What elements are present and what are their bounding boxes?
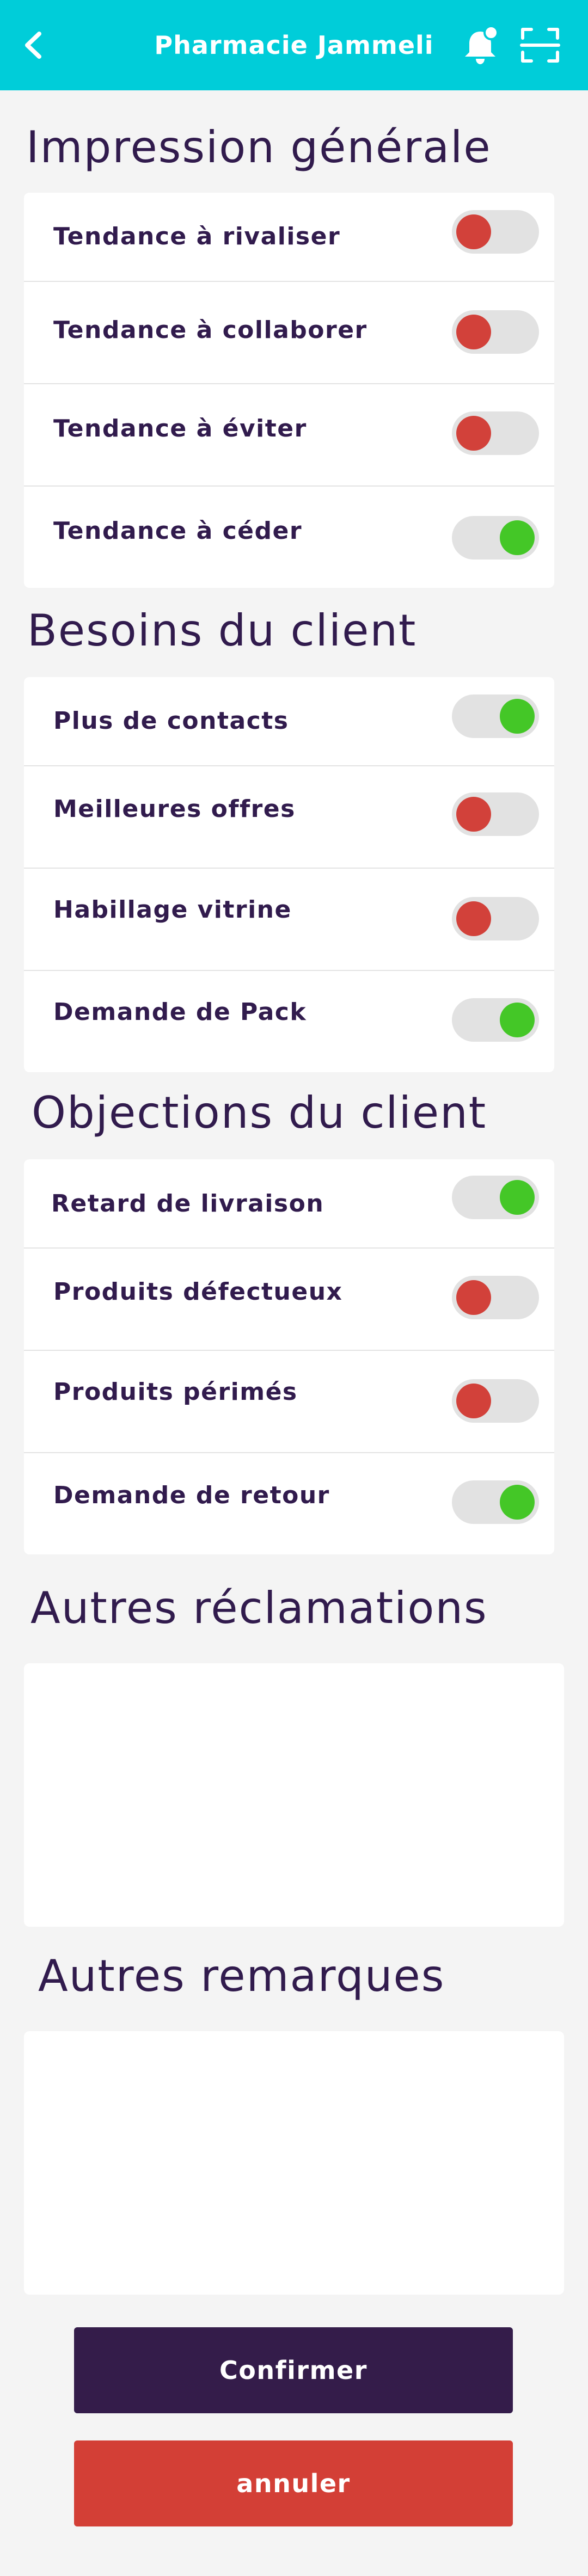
app-header: Pharmacie Jammeli bbox=[0, 0, 588, 90]
toggle-knob bbox=[456, 214, 491, 249]
toggle-knob bbox=[456, 1384, 491, 1418]
toggle-switch-produits-defectueux[interactable] bbox=[452, 1276, 539, 1319]
toggle-label: Tendance à collaborer bbox=[53, 316, 367, 344]
section-title-impression-generale: Impression générale bbox=[26, 122, 492, 173]
toggle-label: Meilleures offres bbox=[53, 795, 296, 823]
toggle-label: Tendance à rivaliser bbox=[53, 223, 341, 250]
section-title-autres-reclamations: Autres réclamations bbox=[30, 1583, 488, 1633]
toggle-knob bbox=[500, 1180, 535, 1215]
toggle-knob bbox=[456, 797, 491, 832]
toggle-label: Demande de retour bbox=[53, 1481, 330, 1509]
toggle-switch-tendance-rivaliser[interactable] bbox=[452, 210, 539, 254]
toggle-switch-tendance-eviter[interactable] bbox=[452, 411, 539, 455]
scan-icon bbox=[520, 28, 560, 63]
toggle-switch-demande-retour[interactable] bbox=[452, 1480, 539, 1524]
toggle-label: Produits défectueux bbox=[53, 1278, 343, 1306]
scan-button[interactable] bbox=[517, 22, 563, 69]
toggle-switch-tendance-ceder[interactable] bbox=[452, 516, 539, 560]
autres-remarques-textarea[interactable] bbox=[24, 2031, 564, 2295]
toggle-row-demande-pack: Demande de Pack bbox=[24, 971, 554, 1072]
toggle-switch-retard-livraison[interactable] bbox=[452, 1176, 539, 1219]
section-title-besoins-client: Besoins du client bbox=[27, 605, 417, 656]
toggle-switch-tendance-collaborer[interactable] bbox=[452, 310, 539, 354]
toggle-row-tendance-eviter: Tendance à éviter bbox=[24, 384, 554, 485]
toggle-knob bbox=[500, 699, 535, 734]
section-title-autres-remarques: Autres remarques bbox=[38, 1951, 445, 2001]
section-title-objections-client: Objections du client bbox=[32, 1087, 487, 1138]
toggle-row-tendance-ceder: Tendance à céder bbox=[24, 487, 554, 588]
notification-bell-icon bbox=[465, 25, 499, 64]
toggle-label: Tendance à éviter bbox=[53, 415, 307, 442]
toggle-knob bbox=[500, 520, 535, 555]
toggle-label: Produits périmés bbox=[53, 1378, 298, 1406]
toggle-row-demande-retour: Demande de retour bbox=[24, 1453, 554, 1554]
feedback-form-page: Pharmacie Jammeli Impression générale Te… bbox=[0, 0, 588, 2576]
toggle-row-produits-perimes: Produits périmés bbox=[24, 1351, 554, 1452]
toggle-knob bbox=[456, 315, 491, 349]
toggle-switch-habillage-vitrine[interactable] bbox=[452, 897, 539, 940]
toggle-row-retard-livraison: Retard de livraison bbox=[24, 1159, 554, 1247]
toggle-label: Habillage vitrine bbox=[53, 896, 292, 924]
back-button[interactable] bbox=[15, 22, 59, 69]
toggle-row-tendance-rivaliser: Tendance à rivaliser bbox=[24, 193, 554, 281]
toggle-row-produits-defectueux: Produits défectueux bbox=[24, 1249, 554, 1350]
toggle-switch-plus-contacts[interactable] bbox=[452, 694, 539, 738]
confirm-button[interactable]: Confirmer bbox=[74, 2327, 513, 2413]
toggle-knob bbox=[500, 1003, 535, 1037]
toggle-switch-meilleures-offres[interactable] bbox=[452, 792, 539, 836]
objections-client-card: Retard de livraison Produits défectueux … bbox=[24, 1159, 554, 1554]
toggle-knob bbox=[456, 901, 491, 936]
toggle-row-plus-contacts: Plus de contacts bbox=[24, 677, 554, 765]
toggle-row-tendance-collaborer: Tendance à collaborer bbox=[24, 282, 554, 383]
autres-reclamations-textarea[interactable] bbox=[24, 1663, 564, 1927]
toggle-switch-demande-pack[interactable] bbox=[452, 998, 539, 1042]
toggle-label: Demande de Pack bbox=[53, 998, 307, 1026]
toggle-label: Retard de livraison bbox=[51, 1190, 324, 1218]
besoins-client-card: Plus de contacts Meilleures offres Habil… bbox=[24, 677, 554, 1072]
chevron-left-icon bbox=[25, 32, 41, 59]
toggle-row-meilleures-offres: Meilleures offres bbox=[24, 766, 554, 868]
pharmacy-name-title: Pharmacie Jammeli bbox=[154, 30, 434, 60]
toggle-knob bbox=[456, 416, 491, 451]
toggle-knob bbox=[500, 1485, 535, 1520]
toggle-label: Plus de contacts bbox=[53, 707, 289, 735]
impression-generale-card: Tendance à rivaliser Tendance à collabor… bbox=[24, 193, 554, 588]
toggle-switch-produits-perimes[interactable] bbox=[452, 1379, 539, 1423]
toggle-row-habillage-vitrine: Habillage vitrine bbox=[24, 869, 554, 970]
toggle-label: Tendance à céder bbox=[53, 517, 303, 545]
notifications-button[interactable] bbox=[458, 22, 502, 69]
cancel-button[interactable]: annuler bbox=[74, 2440, 513, 2526]
toggle-knob bbox=[456, 1280, 491, 1315]
